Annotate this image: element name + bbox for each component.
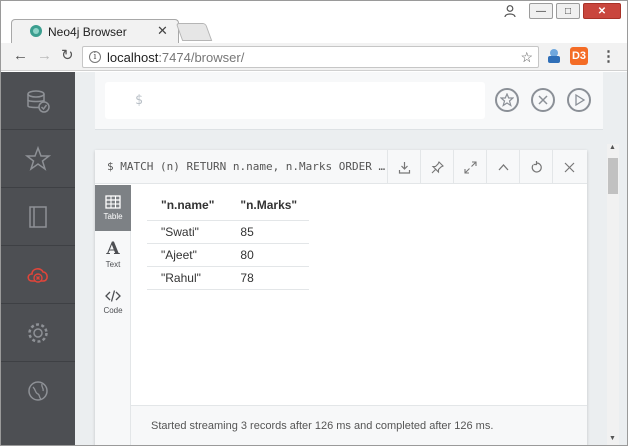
table-cell: 78	[226, 266, 310, 290]
url-text: localhost:7474/browser/	[107, 50, 244, 65]
user-profile-icon[interactable]	[498, 3, 522, 19]
status-message: Started streaming 3 records after 126 ms…	[151, 420, 494, 432]
table-cell: 85	[226, 220, 310, 244]
frame-actions	[387, 150, 585, 184]
scroll-down-icon[interactable]: ▼	[609, 435, 616, 442]
editor-prompt: $	[135, 93, 143, 108]
neo4j-app: $ $ MATCH (n) RETURN n.name, n.Marks ORD…	[1, 72, 627, 445]
text-a-icon: A	[106, 239, 120, 259]
window-controls: — □ ✕	[498, 3, 621, 19]
close-icon[interactable]	[552, 150, 585, 184]
page-scrollbar[interactable]: ▲ ▼	[607, 144, 619, 445]
reload-icon[interactable]: ↻	[61, 48, 74, 64]
close-window-button[interactable]: ✕	[583, 3, 621, 19]
extension-user-icon[interactable]	[546, 48, 562, 64]
title-bar: Neo4j Browser ✕ — □ ✕	[1, 1, 627, 43]
code-icon	[105, 290, 121, 302]
query-editor-input[interactable]: $	[105, 82, 485, 119]
forward-arrow-icon[interactable]: →	[37, 48, 52, 64]
table-cell: 80	[226, 243, 310, 267]
view-tab-text[interactable]: A Text	[95, 232, 131, 278]
info-icon[interactable]: i	[89, 51, 101, 63]
result-table: "n.name" "n.Marks" "Swati" 85 "Ajeet" 80…	[147, 192, 310, 290]
bookmark-star-icon[interactable]: ☆	[520, 49, 533, 66]
result-frame: $ MATCH (n) RETURN n.name, n.Marks ORDER…	[95, 150, 587, 445]
minimize-button[interactable]: —	[529, 3, 553, 19]
browser-toolbar: ← → ↻ i localhost:7474/browser/ ☆ D3 ⋮	[1, 43, 627, 71]
pin-icon[interactable]	[420, 150, 453, 184]
browser-window: Neo4j Browser ✕ — □ ✕ ← → ↻ i localhost:…	[0, 0, 628, 446]
table-row: "Swati" 85	[147, 220, 310, 244]
extension-d3-icon[interactable]: D3	[570, 47, 588, 65]
database-icon[interactable]	[1, 72, 75, 130]
favorite-query-button[interactable]	[495, 88, 519, 112]
table-icon	[105, 195, 121, 209]
view-tab-label: Code	[103, 306, 123, 315]
cloud-disconnected-icon[interactable]	[1, 246, 75, 304]
favorites-star-icon[interactable]	[1, 130, 75, 188]
table-row: "Rahul" 78	[147, 266, 310, 290]
address-bar[interactable]: i localhost:7474/browser/ ☆	[82, 46, 539, 68]
frame-header: $ MATCH (n) RETURN n.name, n.Marks ORDER…	[95, 150, 587, 184]
view-tab-code[interactable]: Code	[95, 279, 131, 325]
browser-menu-icon[interactable]: ⋮	[601, 47, 616, 65]
scroll-up-icon[interactable]: ▲	[609, 144, 616, 151]
frame-query-text[interactable]: $ MATCH (n) RETURN n.name, n.Marks ORDER…	[107, 160, 385, 173]
fullscreen-icon[interactable]	[453, 150, 486, 184]
table-cell: "Swati"	[147, 220, 227, 244]
view-tab-table[interactable]: Table	[95, 185, 131, 231]
run-query-button[interactable]	[567, 88, 591, 112]
table-header-row: "n.name" "n.Marks"	[147, 192, 310, 221]
table-row: "Ajeet" 80	[147, 243, 310, 267]
view-tab-label: Table	[103, 212, 123, 221]
status-bar: Started streaming 3 records after 126 ms…	[131, 405, 587, 445]
about-icon[interactable]	[1, 362, 75, 420]
collapse-icon[interactable]	[486, 150, 519, 184]
url-host: localhost	[107, 50, 159, 65]
maximize-button[interactable]: □	[556, 3, 580, 19]
column-header-name: "n.name"	[147, 192, 227, 221]
query-editor-bar: $	[95, 72, 603, 130]
view-switcher: Table A Text Code	[95, 185, 131, 445]
scroll-thumb[interactable]	[608, 158, 618, 194]
tab-title: Neo4j Browser	[48, 25, 127, 39]
rerun-icon[interactable]	[519, 150, 552, 184]
neo4j-favicon-icon	[30, 25, 42, 37]
view-tab-label: Text	[105, 260, 121, 269]
new-tab-button[interactable]	[175, 23, 213, 41]
url-path: :7474/browser/	[158, 50, 245, 65]
table-cell: "Rahul"	[147, 266, 227, 290]
tab-close-icon[interactable]: ✕	[157, 23, 168, 39]
sidebar	[1, 72, 75, 445]
settings-gear-icon[interactable]	[1, 304, 75, 362]
table-cell: "Ajeet"	[147, 243, 227, 267]
documents-book-icon[interactable]	[1, 188, 75, 246]
browser-tab[interactable]: Neo4j Browser ✕	[11, 19, 179, 43]
back-arrow-icon[interactable]: ←	[13, 48, 28, 64]
clear-query-button[interactable]	[531, 88, 555, 112]
column-header-marks: "n.Marks"	[226, 192, 310, 221]
download-icon[interactable]	[387, 150, 420, 184]
